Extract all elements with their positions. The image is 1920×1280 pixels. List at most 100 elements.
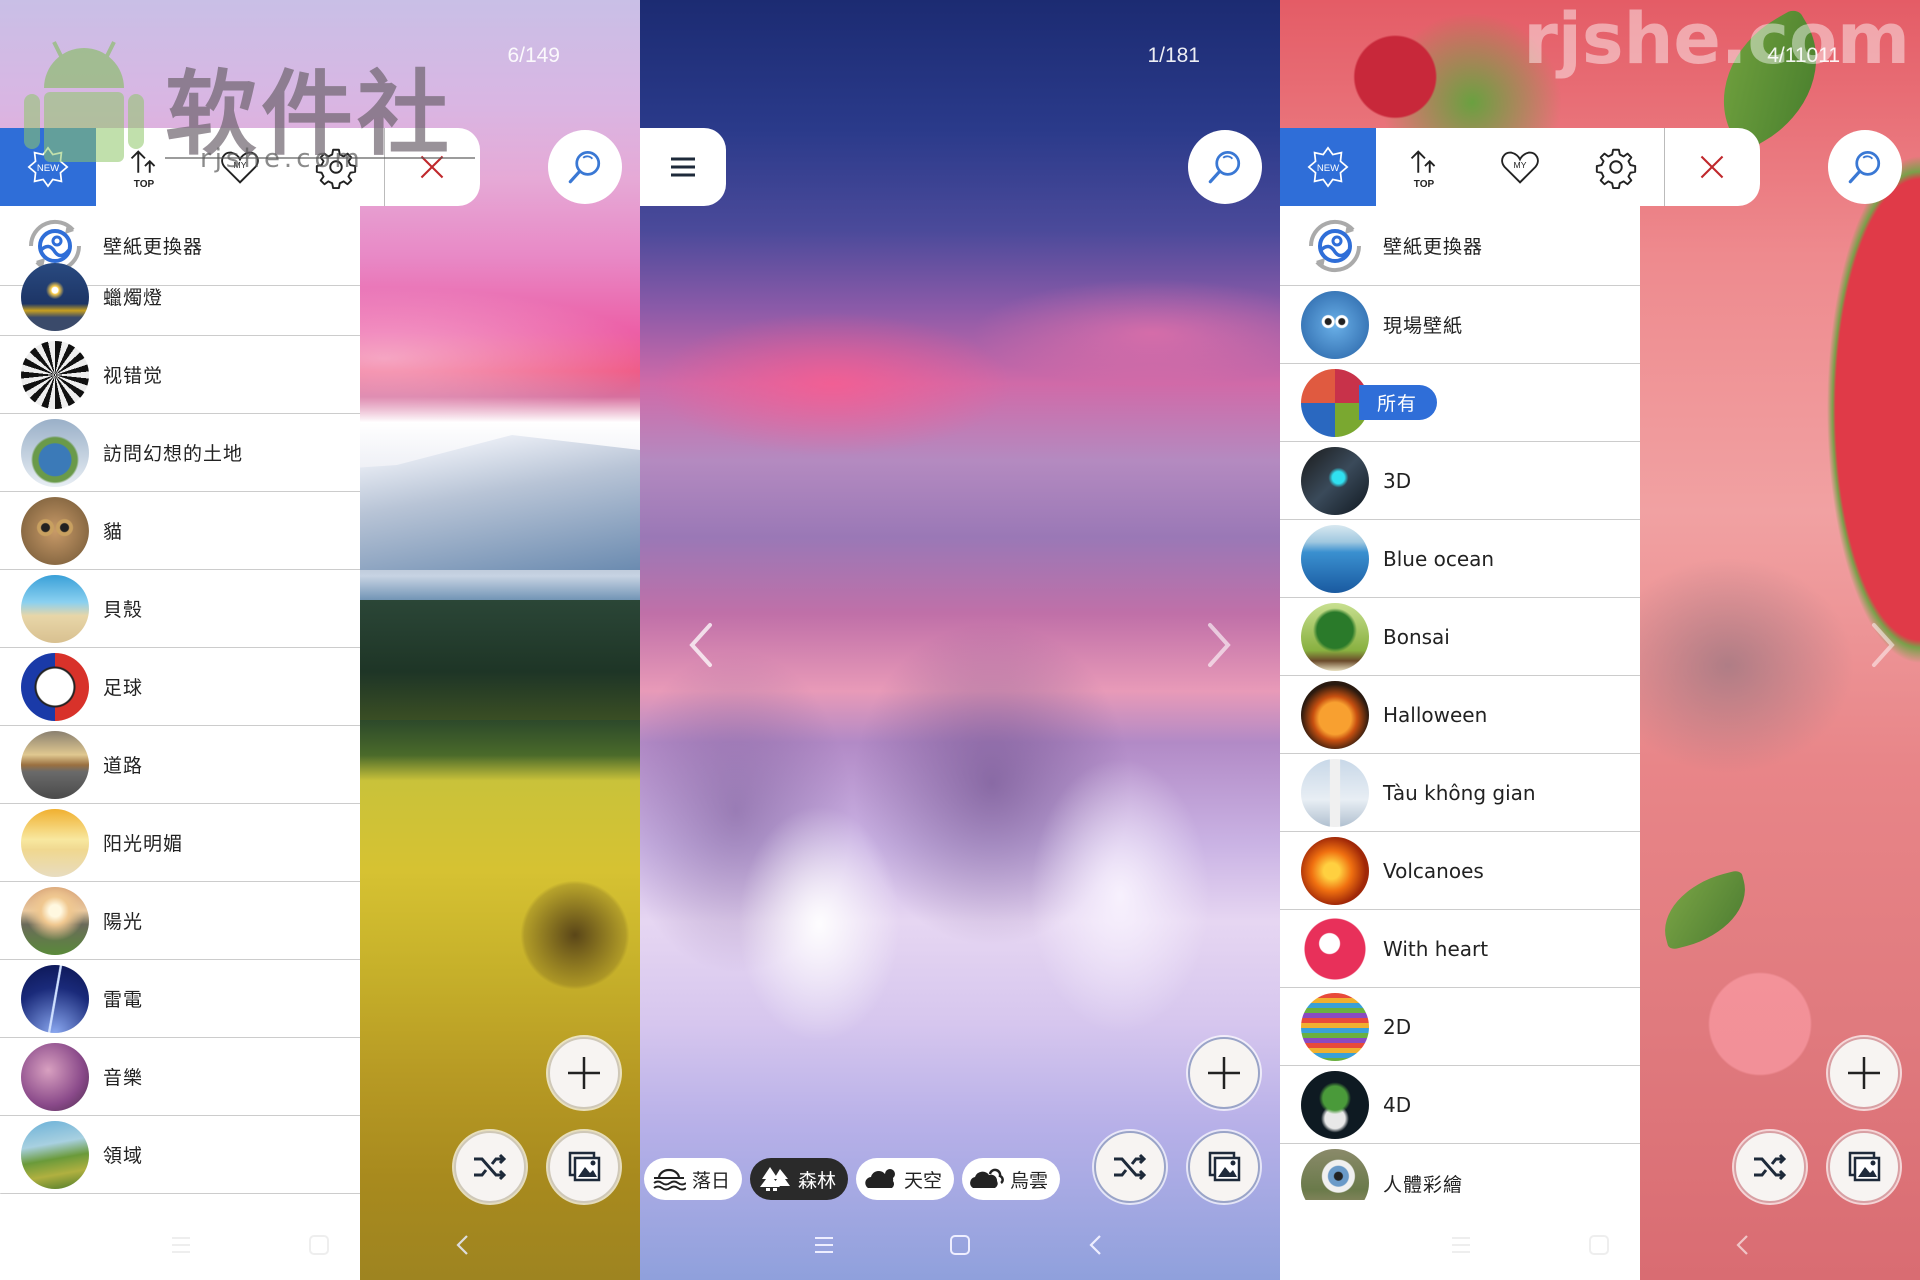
plus-icon [568, 1057, 600, 1089]
favorites-button[interactable]: MY [192, 128, 288, 206]
chip-dark-cloud[interactable]: 烏雲 [0, 1158, 7, 1200]
chip-dark-cloud[interactable]: 烏雲 [962, 1158, 1061, 1200]
phone-screen-middle: 1/181 落日 森林 天空 烏雲 [640, 0, 1280, 1280]
category-item-blue-ocean[interactable]: Blue ocean [1280, 520, 1640, 598]
add-button[interactable] [1188, 1037, 1260, 1109]
category-item-sunshine[interactable]: 陽光 [0, 882, 360, 960]
back-icon[interactable] [450, 1232, 476, 1262]
phone-screen-right: rjshe.com 4/11011 NEW TOP MY 壁紙更換器 現場壁紙 … [1280, 0, 1920, 1280]
favorites-button[interactable]: MY [1472, 128, 1568, 206]
category-item-cat[interactable]: 貓 [0, 492, 360, 570]
gallery-button[interactable] [1188, 1131, 1260, 1203]
home-icon[interactable] [947, 1232, 973, 1262]
system-nav-bar-under-drawer [0, 1214, 360, 1280]
chevron-right-icon [1872, 623, 1895, 667]
new-badge-icon: NEW [1307, 146, 1349, 188]
thumb-shells [21, 574, 89, 643]
close-menu-button[interactable] [1665, 128, 1759, 206]
new-button[interactable]: NEW [0, 128, 96, 206]
chip-forest[interactable]: 森林 [750, 1158, 849, 1200]
gear-icon [1595, 148, 1637, 190]
category-item-football[interactable]: 足球 [0, 648, 360, 726]
thumb-field [21, 1120, 89, 1189]
add-button[interactable] [548, 1037, 620, 1109]
top-button[interactable]: TOP [96, 128, 192, 206]
search-icon [1208, 150, 1241, 184]
thumb-3d [1301, 446, 1369, 515]
wallpaper-counter: 6/149 [507, 44, 560, 67]
add-button[interactable] [1828, 1037, 1900, 1109]
thumb-blue-bird [1301, 290, 1369, 359]
recent-apps-icon[interactable] [1448, 1232, 1474, 1262]
category-drawer: 壁紙更換器 現場壁紙 所有 3D Blue ocean Bonsai Hallo… [1280, 206, 1640, 1280]
thumb-pumpkin [1301, 680, 1369, 749]
drawer-header-title: 壁紙更換器 [103, 236, 204, 258]
category-item-shells[interactable]: 貝殼 [0, 570, 360, 648]
drawer-footer [0, 1200, 360, 1280]
category-item-bonsai[interactable]: Bonsai [1280, 598, 1640, 676]
drawer-header-title: 壁紙更換器 [1383, 236, 1484, 258]
wallpaper-counter: 1/181 [1147, 44, 1200, 67]
thumb-illusion [21, 340, 89, 409]
settings-button[interactable] [1568, 128, 1664, 206]
category-item-candle[interactable]: 蠟燭燈 [0, 262, 360, 336]
category-chip-strip: 烏雲 [0, 1158, 7, 1200]
category-item-field[interactable]: 領域 [0, 1116, 360, 1194]
search-button[interactable] [1188, 130, 1262, 204]
category-item-live-wallpaper[interactable]: 現場壁紙 [1280, 286, 1640, 364]
search-button[interactable] [1828, 130, 1902, 204]
category-item-volcanoes[interactable]: Volcanoes [1280, 832, 1640, 910]
home-icon[interactable] [1586, 1232, 1612, 1262]
category-item-illusion[interactable]: 视错觉 [0, 336, 360, 414]
menu-button[interactable] [640, 128, 726, 206]
category-item-3d[interactable]: 3D [1280, 442, 1640, 520]
thumb-bonsai [1301, 602, 1369, 671]
gallery-button[interactable] [548, 1131, 620, 1203]
chevron-right-icon [1208, 623, 1231, 667]
new-button[interactable]: NEW [1280, 128, 1376, 206]
svg-text:NEW: NEW [1317, 163, 1339, 174]
system-nav-bar [1640, 1214, 1920, 1280]
category-item-road[interactable]: 道路 [0, 726, 360, 804]
shuffle-icon [1114, 1153, 1147, 1181]
shuffle-icon [474, 1153, 507, 1181]
wallpaper-counter: 4/11011 [1767, 44, 1840, 67]
category-item-spaceship[interactable]: Tàu không gian [1280, 754, 1640, 832]
top-label: TOP [133, 179, 155, 190]
shuffle-button[interactable] [454, 1131, 526, 1203]
drawer-header[interactable]: 壁紙更換器 [1280, 206, 1640, 286]
category-item-4d[interactable]: 4D [1280, 1066, 1640, 1144]
category-item-2d[interactable]: 2D [1280, 988, 1640, 1066]
chip-sunset[interactable]: 落日 [644, 1158, 743, 1200]
drawer-footer [1280, 1200, 1640, 1280]
system-nav-bar [640, 1214, 1280, 1280]
category-item-all[interactable]: 所有 [1280, 364, 1640, 442]
category-item-music[interactable]: 音樂 [0, 1038, 360, 1116]
plus-icon [1848, 1057, 1880, 1089]
top-button[interactable]: TOP [1376, 128, 1472, 206]
category-item-lightning[interactable]: 雷電 [0, 960, 360, 1038]
home-icon[interactable] [306, 1232, 332, 1262]
next-wallpaper-button[interactable] [1200, 615, 1240, 675]
settings-button[interactable] [288, 128, 384, 206]
previous-wallpaper-button[interactable] [680, 615, 720, 675]
back-icon[interactable] [1730, 1232, 1756, 1262]
back-icon[interactable] [1083, 1232, 1109, 1262]
shuffle-button[interactable] [1734, 1131, 1806, 1203]
recent-apps-icon[interactable] [811, 1232, 837, 1262]
thumb-sunrise [21, 886, 89, 955]
gallery-button[interactable] [1828, 1131, 1900, 1203]
gallery-icon [1848, 1151, 1881, 1182]
recent-apps-icon[interactable] [168, 1232, 194, 1262]
svg-text:NEW: NEW [37, 163, 59, 174]
thumb-lightning [21, 964, 89, 1033]
search-button[interactable] [548, 130, 622, 204]
shuffle-button[interactable] [1094, 1131, 1166, 1203]
category-item-fantasy-land[interactable]: 訪問幻想的土地 [0, 414, 360, 492]
category-item-sunny[interactable]: 阳光明媚 [0, 804, 360, 882]
category-item-with-heart[interactable]: With heart [1280, 910, 1640, 988]
next-wallpaper-button[interactable] [1864, 615, 1904, 675]
close-menu-button[interactable] [385, 128, 479, 206]
category-item-halloween[interactable]: Halloween [1280, 676, 1640, 754]
chip-sky[interactable]: 天空 [856, 1158, 955, 1200]
